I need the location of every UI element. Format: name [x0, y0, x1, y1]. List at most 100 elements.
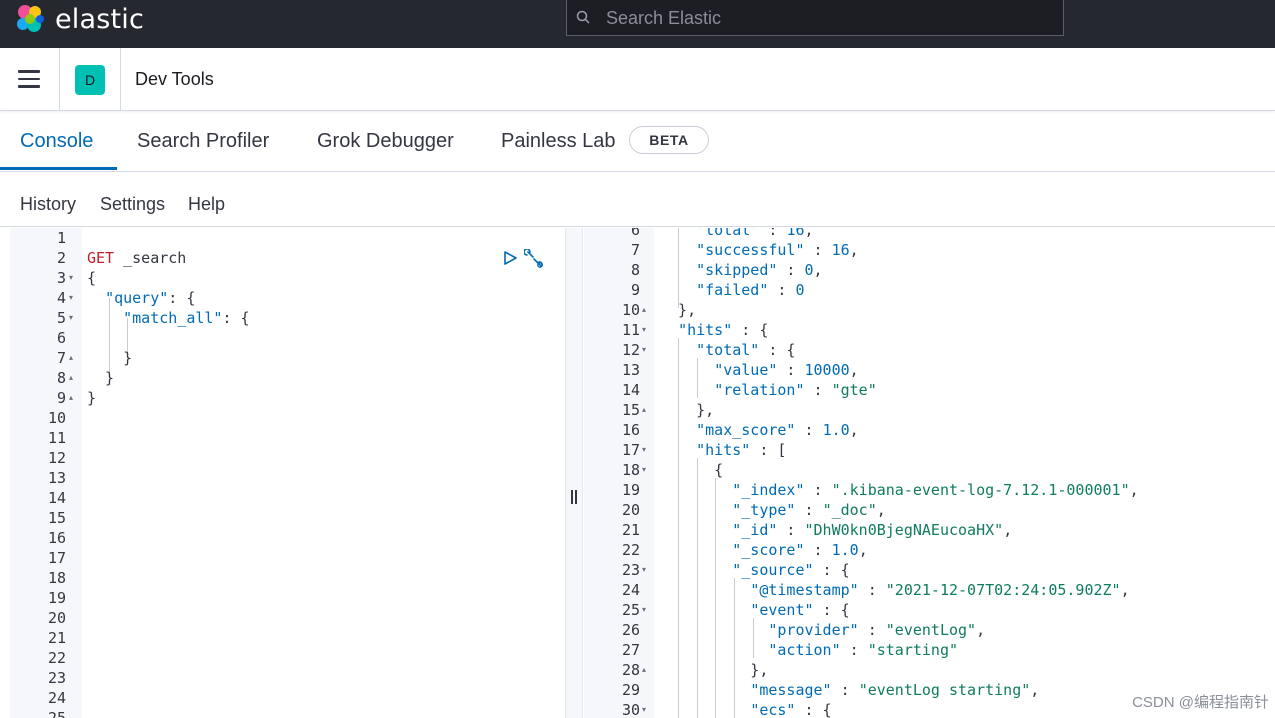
pane-resizer[interactable]: [565, 228, 583, 718]
fold-toggle-icon[interactable]: ▾: [642, 320, 646, 340]
request-line-number: 18: [47, 569, 66, 587]
tab-search-profiler[interactable]: Search Profiler: [137, 130, 269, 153]
request-line-number: 20: [47, 609, 66, 627]
response-editor[interactable]: 6 7 8 9 10 ▴ 11 ▾ 12 ▾ 13 14 15 ▴ 16 17 ▾ 18 ▾ 19 20 21 22 23 ▾ 2…: [584, 228, 1275, 718]
request-line-number: 4: [56, 289, 66, 307]
response-code-line: },: [660, 301, 697, 319]
console-menu: History Settings Help: [0, 172, 1275, 227]
response-line-number: 27: [621, 641, 640, 659]
fold-toggle-icon[interactable]: ▾: [642, 600, 646, 620]
response-line-number: 22: [621, 541, 640, 559]
divider: [59, 48, 60, 110]
dev-tools-tabs: Console Search Profiler Grok Debugger Pa…: [0, 111, 1275, 172]
request-line-number: 23: [47, 669, 66, 687]
fold-toggle-icon[interactable]: ▾: [69, 288, 73, 308]
global-search-input[interactable]: Search Elastic: [566, 0, 1064, 36]
request-editor[interactable]: 1 2 3 ▾ 4 ▾ 5 ▾ 6 7 ▴ 8 ▴ 9 ▴ 10 11 12 13 14 15 16 17 18 19 20 21 2…: [10, 228, 565, 718]
response-code-line: "event" : {: [750, 601, 850, 619]
fold-toggle-icon[interactable]: ▾: [642, 460, 646, 480]
response-code-line: "value" : 10000,: [714, 361, 859, 379]
response-line-number: 20: [621, 501, 640, 519]
response-line-number: 17: [621, 441, 640, 459]
request-line-number: 11: [47, 429, 66, 447]
request-line-number: 7: [56, 349, 66, 367]
response-line-number: 18: [621, 461, 640, 479]
fold-toggle-icon[interactable]: ▴: [642, 300, 646, 320]
send-request-play-icon[interactable]: [502, 250, 518, 266]
fold-toggle-icon[interactable]: ▾: [69, 308, 73, 328]
request-line-number: 22: [47, 649, 66, 667]
response-line-number: 10: [621, 301, 640, 319]
response-code-line: "hits" : {: [678, 321, 769, 339]
response-code-line: "message" : "eventLog starting",: [750, 681, 1040, 699]
space-avatar[interactable]: D: [75, 65, 105, 95]
response-line-number: 21: [621, 521, 640, 539]
response-line-number: 7: [630, 241, 640, 259]
response-line-number: 15: [621, 401, 640, 419]
fold-toggle-icon[interactable]: ▾: [642, 560, 646, 580]
response-line-number: 13: [621, 361, 640, 379]
request-line-number: 19: [47, 589, 66, 607]
response-code-line: "_source" : {: [732, 561, 850, 579]
response-code-line: "total" : {: [696, 341, 796, 359]
app-header: D Dev Tools: [0, 48, 1275, 111]
response-code-line: "relation" : "gte": [714, 381, 877, 399]
fold-toggle-icon[interactable]: ▾: [642, 440, 646, 460]
search-icon: [576, 10, 590, 24]
response-line-number: 30: [621, 701, 640, 718]
request-line-number: 3: [56, 269, 66, 287]
request-line-number: 12: [47, 449, 66, 467]
response-line-number: 28: [621, 661, 640, 679]
response-code-line: },: [660, 401, 715, 419]
request-line-number: 25: [47, 709, 66, 718]
fold-toggle-icon[interactable]: ▴: [642, 660, 646, 680]
request-line-number: 6: [56, 329, 66, 347]
request-line-number: 1: [56, 229, 66, 247]
fold-toggle-icon[interactable]: ▴: [69, 388, 73, 408]
wrench-icon[interactable]: [524, 249, 544, 269]
response-line-number: 11: [621, 321, 640, 339]
watermark: CSDN @编程指南针: [1132, 694, 1269, 711]
response-code-line: },: [660, 661, 769, 679]
request-line-number: 10: [47, 409, 66, 427]
request-endpoint: _search: [123, 249, 187, 267]
response-code-line: "action" : "starting": [768, 641, 959, 659]
tab-console[interactable]: Console: [20, 130, 93, 153]
response-code-line: "failed" : 0: [696, 281, 805, 299]
request-line-number: 21: [47, 629, 66, 647]
request-line-number: 17: [47, 549, 66, 567]
response-line-number: 8: [630, 261, 640, 279]
fold-toggle-icon[interactable]: ▴: [69, 348, 73, 368]
response-code-line: "hits" : [: [696, 441, 787, 459]
fold-toggle-icon[interactable]: ▾: [642, 700, 646, 718]
fold-toggle-icon[interactable]: ▾: [69, 268, 73, 288]
tab-painless-lab[interactable]: Painless Lab: [501, 130, 616, 153]
drag-handle-icon[interactable]: [571, 490, 577, 504]
help-link[interactable]: Help: [188, 194, 225, 215]
request-code-line-3: {: [87, 269, 97, 287]
response-line-number: 9: [630, 281, 640, 299]
request-line-number: 2: [56, 249, 66, 267]
fold-toggle-icon[interactable]: ▴: [642, 400, 646, 420]
fold-toggle-icon[interactable]: ▾: [642, 340, 646, 360]
request-code-line-4: "query": {: [105, 289, 196, 307]
response-code-line: "_index" : ".kibana-event-log-7.12.1-000…: [732, 481, 1139, 499]
response-code-line: "_type" : "_doc",: [732, 501, 886, 519]
breadcrumb[interactable]: Dev Tools: [135, 69, 214, 90]
history-link[interactable]: History: [20, 194, 76, 215]
response-code-line: "skipped" : 0,: [696, 261, 823, 279]
fold-toggle-icon[interactable]: ▴: [69, 368, 73, 388]
search-placeholder: Search Elastic: [606, 8, 722, 28]
menu-icon[interactable]: [18, 70, 40, 88]
request-method: GET: [87, 249, 115, 267]
response-line-number: 14: [621, 381, 640, 399]
response-code-line: "_id" : "DhW0kn0BjegNAEucoaHX",: [732, 521, 1013, 539]
request-line-number: 8: [56, 369, 66, 387]
response-line-number: 23: [621, 561, 640, 579]
response-line-number: 29: [621, 681, 640, 699]
response-code-line: {: [660, 461, 724, 479]
response-line-number: 19: [621, 481, 640, 499]
elastic-logo-icon[interactable]: [14, 3, 46, 35]
tab-grok-debugger[interactable]: Grok Debugger: [317, 130, 454, 153]
settings-link[interactable]: Settings: [100, 194, 165, 215]
